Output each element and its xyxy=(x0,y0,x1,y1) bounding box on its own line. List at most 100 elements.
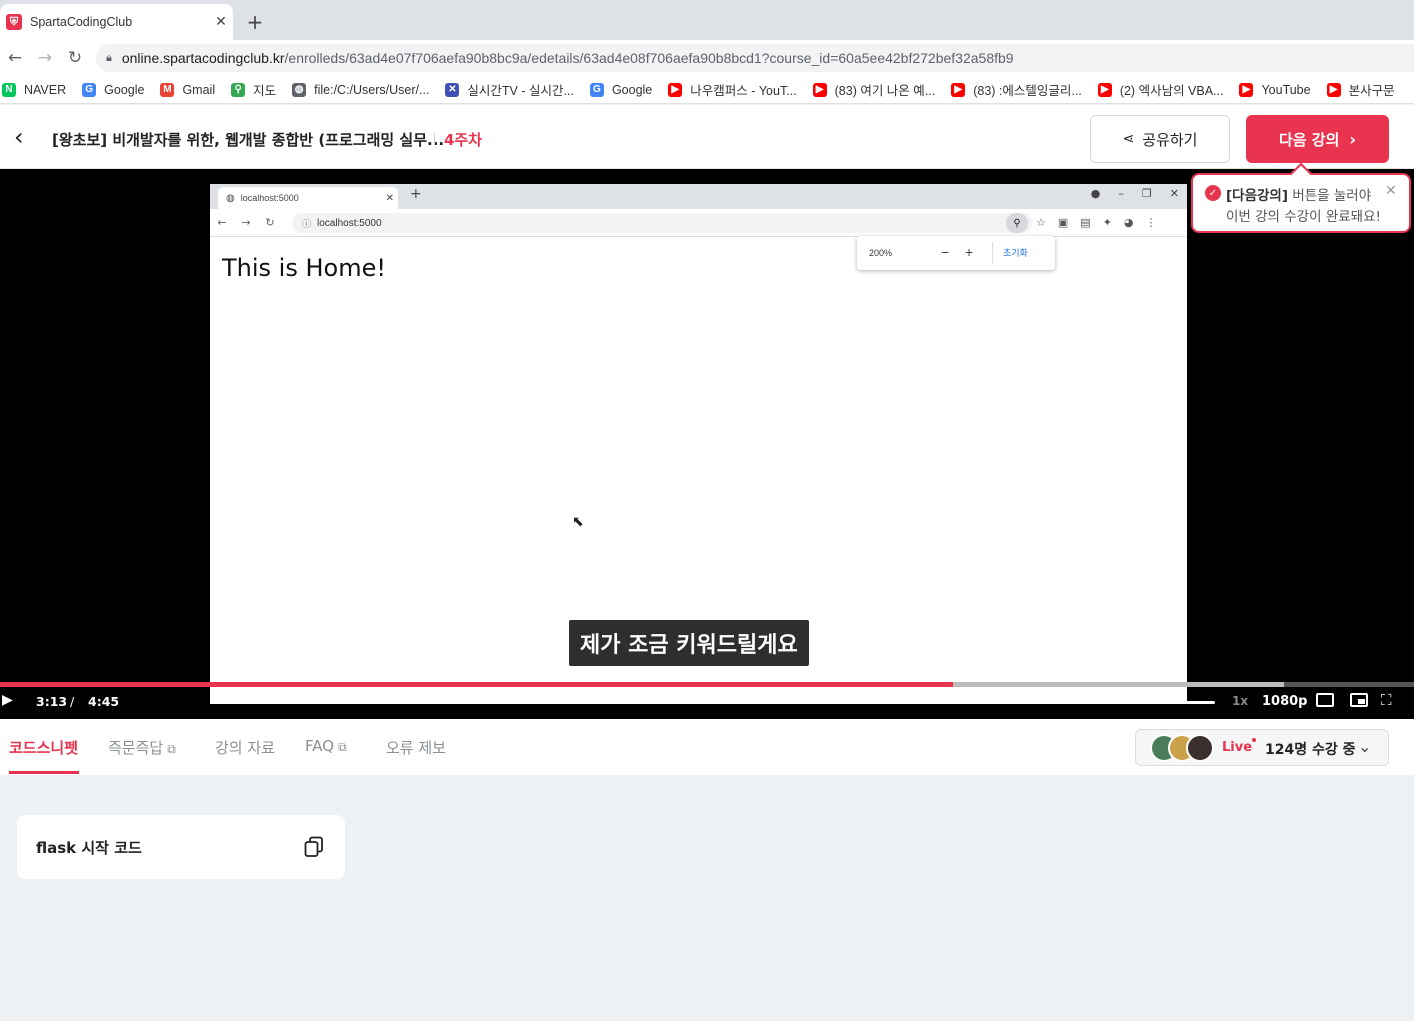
bookmark-item[interactable]: ▶ (83) 여기 나온 예... xyxy=(812,80,936,99)
recorded-address-bar: ⓘ localhost:5000 xyxy=(292,213,1032,233)
close-tab-icon[interactable]: ✕ xyxy=(209,14,233,30)
bookmark-item[interactable]: ▶ (83) :에스텔잉글리... xyxy=(951,80,1082,99)
recorded-browser-tabs: ◍ localhost:5000 ✕ + ● – ❐ ✕ xyxy=(210,184,1187,209)
browser-tab-strip: ⛨ SpartaCodingClub ✕ + xyxy=(0,0,1414,40)
progress-bar[interactable] xyxy=(0,682,1414,687)
tab-qna[interactable]: 즉문즉답 ⧉ xyxy=(108,737,176,758)
tab-label: FAQ xyxy=(305,737,335,755)
tab-label: 강의 자료 xyxy=(215,739,275,757)
next-lecture-button[interactable]: 다음 강의 › xyxy=(1246,115,1389,163)
tab-label: 즉문즉답 xyxy=(108,739,164,757)
video-player[interactable]: ◍ localhost:5000 ✕ + ● – ❐ ✕ ← → ↻ ⓘ loc… xyxy=(0,169,1414,719)
zoom-level: 200% xyxy=(869,248,893,258)
browser-tab[interactable]: ⛨ SpartaCodingClub ✕ xyxy=(0,4,233,40)
close-icon[interactable]: ✕ xyxy=(1385,183,1397,199)
back-arrow-icon[interactable]: ‹ xyxy=(14,125,24,149)
extension-icon: ▣ xyxy=(1057,216,1069,229)
bookmark-item[interactable]: G Google xyxy=(589,82,653,97)
bookmark-label: 나우캠퍼스 - YouT... xyxy=(690,84,797,98)
live-viewers-dropdown[interactable]: Live 124명 수강 중 ⌄ xyxy=(1135,729,1389,766)
bookmark-item[interactable]: ▶ 본사구문 xyxy=(1326,80,1395,99)
bookmark-item[interactable]: ◍ file:/C:/Users/User/... xyxy=(292,82,430,97)
volume-slider[interactable] xyxy=(1143,701,1215,704)
address-bar[interactable]: 🔒︎ online.spartacodingclub.kr/enrolleds/… xyxy=(96,44,1414,72)
forward-icon[interactable]: → xyxy=(30,48,60,68)
tab-label: 오류 제보 xyxy=(386,739,446,757)
viewer-avatars xyxy=(1150,734,1216,762)
chevron-down-icon: ⌄ xyxy=(1358,737,1372,756)
url-path: /enrolleds/63ad4e07f706aefa90b8bc9a/edet… xyxy=(284,50,1014,66)
bookmarks-bar: N NAVER G Google M Gmail ⚲ 지도 ◍ file:/C:/Users/Us… xyxy=(0,76,1414,104)
lock-icon[interactable]: 🔒︎ xyxy=(106,51,112,65)
avatar xyxy=(1186,734,1214,762)
recorded-tab-title: localhost:5000 xyxy=(240,193,299,203)
bookmark-label: (83) :에스텔잉글리... xyxy=(973,84,1082,98)
bookmark-label: Google xyxy=(611,82,653,97)
external-link-icon: ⧉ xyxy=(338,740,347,754)
quality-selector[interactable]: 1080p xyxy=(1262,694,1308,709)
current-time: 3:13 xyxy=(36,694,68,709)
fullscreen-icon[interactable]: ⛶ xyxy=(1381,691,1392,709)
close-icon: ✕ xyxy=(385,192,394,204)
new-tab-icon[interactable]: + xyxy=(244,10,266,34)
bookmark-item[interactable]: ▶ YouTube xyxy=(1239,82,1311,97)
reload-icon[interactable]: ↻ xyxy=(60,48,90,68)
restore-icon: ❐ xyxy=(1141,187,1152,200)
forward-icon: → xyxy=(241,216,251,229)
playback-speed[interactable]: 1x xyxy=(1232,694,1248,708)
close-icon: ✕ xyxy=(1169,187,1179,200)
bookmark-item[interactable]: ▶ 나우캠퍼스 - YouT... xyxy=(668,80,797,99)
week-label: 4주차 xyxy=(444,131,483,149)
bookmark-label: 지도 xyxy=(253,84,277,98)
play-icon[interactable]: ▶ xyxy=(2,692,13,708)
bookmark-item[interactable]: ✕ 실시간TV - 실시간... xyxy=(445,80,574,99)
bookmark-item[interactable]: ⚲ 지도 xyxy=(231,80,276,99)
tab-faq[interactable]: FAQ ⧉ xyxy=(305,737,347,755)
bookmark-item[interactable]: ▶ (2) 엑사남의 VBA... xyxy=(1097,80,1223,99)
code-snippet-card[interactable]: flask 시작 코드 xyxy=(17,815,345,879)
volume-icon[interactable]: 🔊︎ xyxy=(1118,692,1127,708)
cursor-icon: ⬉ xyxy=(572,514,584,530)
bookmark-item[interactable]: M Gmail xyxy=(160,82,215,97)
back-icon[interactable]: ← xyxy=(0,48,30,68)
live-dot-icon xyxy=(1252,738,1256,742)
globe-icon: ◍ xyxy=(292,82,307,97)
lecture-tabs: 코드스니펫 즉문즉답 ⧉ 강의 자료 FAQ ⧉ 오류 제보 Live 124명 수… xyxy=(0,719,1414,775)
youtube-icon: ▶ xyxy=(668,82,683,97)
zoom-popup: 200% − + 초기화 xyxy=(857,236,1055,270)
maps-icon: ⚲ xyxy=(231,82,246,97)
youtube-icon: ▶ xyxy=(1326,82,1341,97)
time-separator: / xyxy=(70,694,75,709)
bookmark-label: (83) 여기 나온 예... xyxy=(834,84,936,98)
played-bar xyxy=(0,682,954,687)
sparta-favicon-icon: ⛨ xyxy=(6,14,22,30)
subtitles-icon[interactable] xyxy=(1316,693,1334,707)
external-link-icon: ⧉ xyxy=(167,742,176,756)
plus-icon: + xyxy=(410,186,422,202)
tab-materials[interactable]: 강의 자료 xyxy=(215,737,275,758)
back-icon: ← xyxy=(217,216,227,229)
tooltip-line-2: 이번 강의 수강이 완료돼요! xyxy=(1226,209,1381,225)
bookmark-item[interactable]: G Google xyxy=(82,82,144,97)
youtube-icon: ▶ xyxy=(1239,82,1254,97)
globe-icon: ◍ xyxy=(226,192,235,204)
tab-error-report[interactable]: 오류 제보 xyxy=(386,737,446,758)
bookmark-item[interactable]: N NAVER xyxy=(2,82,67,97)
zoom-reset: 초기화 xyxy=(992,242,1038,264)
share-button[interactable]: ⋖ 공유하기 xyxy=(1090,115,1230,163)
youtube-icon: ▶ xyxy=(1097,82,1112,97)
share-button-label: 공유하기 xyxy=(1142,130,1198,149)
picture-in-picture-icon[interactable] xyxy=(1350,693,1368,707)
chevron-right-icon: › xyxy=(1349,129,1357,149)
tv-icon: ✕ xyxy=(445,82,460,97)
tab-code-snippet[interactable]: 코드스니펫 xyxy=(9,737,78,758)
window-controls: ● – ❐ ✕ xyxy=(1091,187,1179,200)
bookmark-label: file:/C:/Users/User/... xyxy=(314,82,430,97)
kebab-menu-icon: ⋮ xyxy=(1145,216,1157,229)
google-icon: G xyxy=(589,82,604,97)
bookmark-label: NAVER xyxy=(24,82,67,97)
next-lecture-label: 다음 강의 xyxy=(1278,130,1340,149)
lecture-header: ‹ [왕초보] 비개발자를 위한, 웹개발 종합반 (프로그래밍 실무... 4… xyxy=(0,105,1414,169)
minus-icon: − xyxy=(941,244,950,260)
copy-icon[interactable] xyxy=(304,836,324,858)
